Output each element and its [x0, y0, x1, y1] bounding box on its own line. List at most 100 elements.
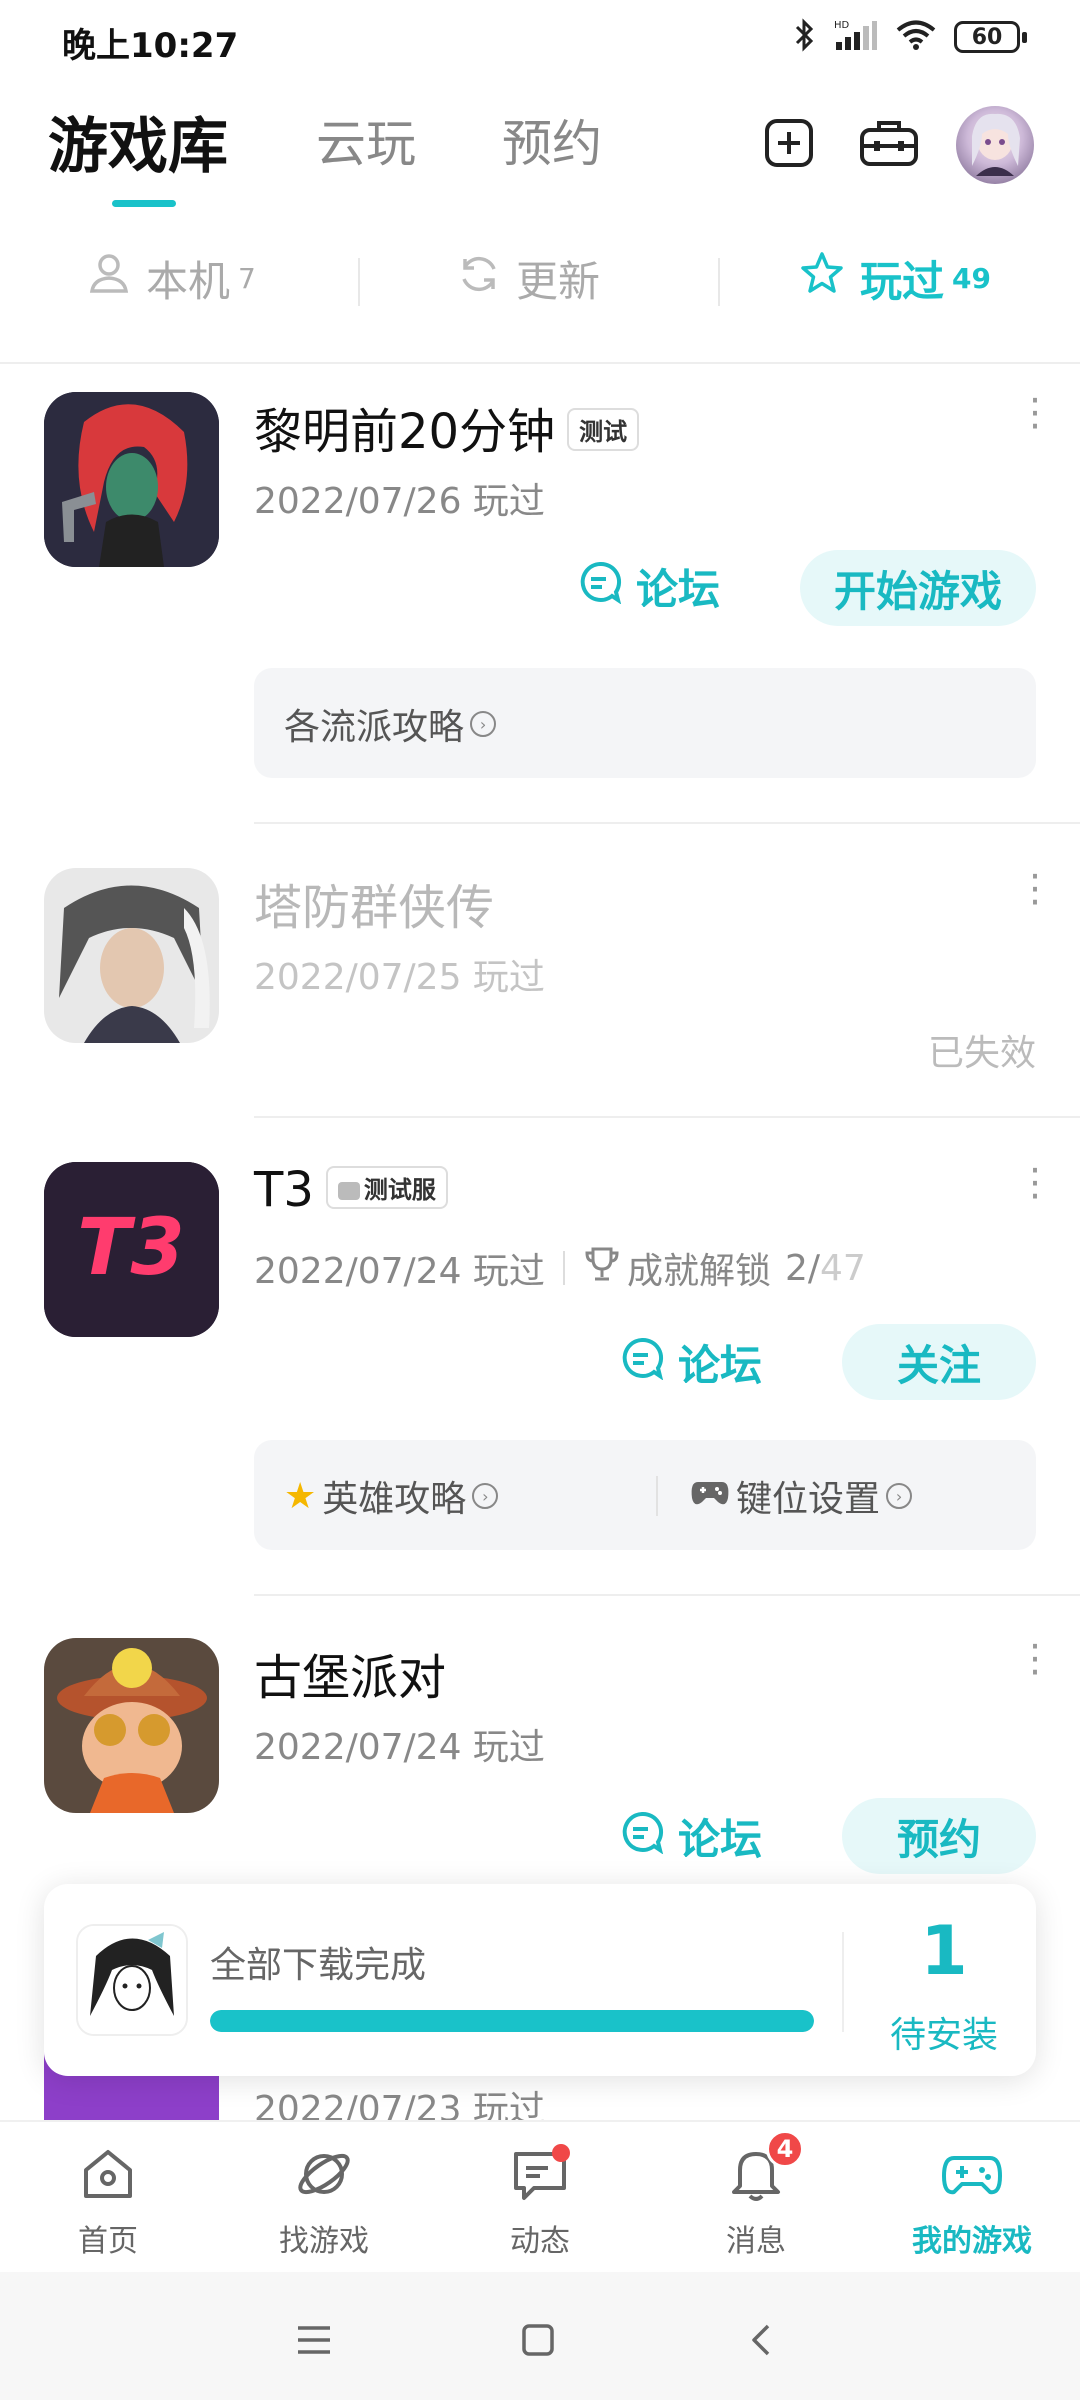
guide-link-keys[interactable]: 键位设置 ›	[690, 1470, 913, 1522]
filter-update-label: 更新	[516, 257, 601, 306]
nav-find-games[interactable]: 找游戏	[224, 2142, 424, 2260]
forum-label: 论坛	[678, 1815, 763, 1864]
download-progress-bar	[210, 2010, 814, 2032]
download-title: 全部下载完成	[210, 1945, 427, 1986]
more-options-icon[interactable]: ⋮	[1016, 393, 1054, 431]
header-divider	[0, 362, 1080, 364]
status-time: 晚上10:27	[62, 26, 239, 66]
guide-link-hero[interactable]: ★ 英雄攻略 ›	[284, 1470, 499, 1522]
bluetooth-icon	[794, 18, 816, 56]
avatar[interactable]	[956, 106, 1034, 184]
game-title: 黎明前20分钟 测试	[254, 392, 640, 462]
forum-button[interactable]: 论坛	[620, 1806, 762, 1867]
nav-find-games-label: 找游戏	[279, 2224, 369, 2259]
nav-feed-label: 动态	[510, 2224, 570, 2259]
tab-game-library[interactable]: 游戏库	[48, 98, 228, 185]
game-icon[interactable]	[44, 1638, 219, 1813]
game-icon[interactable]	[44, 392, 219, 567]
filter-bar: 本机 7 更新 玩过 49	[0, 240, 1080, 322]
nav-home-label: 首页	[78, 2224, 138, 2259]
chat-icon	[508, 2142, 572, 2206]
forum-icon	[620, 1810, 664, 1864]
follow-button[interactable]: 关注	[842, 1324, 1036, 1400]
system-nav-bar	[0, 2272, 1080, 2400]
planet-icon	[292, 2142, 356, 2206]
back-icon[interactable]	[732, 2310, 792, 2370]
game-title: T3 测试服	[254, 1162, 448, 1218]
achievement-total: 47	[820, 1247, 866, 1289]
forum-button[interactable]: 论坛	[620, 1332, 762, 1393]
trophy-icon	[583, 1245, 621, 1292]
star-emoji-icon: ★	[284, 1475, 317, 1517]
nav-my-games[interactable]: 我的游戏	[872, 2142, 1072, 2260]
filter-played[interactable]: 玩过 49	[798, 248, 991, 309]
refresh-icon	[456, 251, 502, 307]
filter-played-count: 49	[952, 262, 991, 295]
nav-home[interactable]: 首页	[8, 2142, 208, 2260]
nav-messages-label: 消息	[726, 2224, 786, 2259]
item-divider	[254, 1594, 1080, 1596]
svg-text:T3: T3	[77, 1203, 184, 1293]
test-server-tag: 测试服	[325, 1165, 448, 1209]
toolbox-icon[interactable]	[858, 114, 920, 172]
add-icon[interactable]	[760, 114, 818, 172]
download-divider	[842, 1932, 844, 2032]
message-count-badge: 4	[766, 2130, 804, 2168]
forum-icon	[578, 560, 622, 614]
filter-played-label: 玩过	[860, 257, 945, 306]
arrow-circle-icon: ›	[886, 1483, 913, 1509]
nav-messages[interactable]: 4 消息	[656, 2130, 856, 2260]
phone-user-icon	[86, 251, 132, 307]
arrow-circle-icon: ›	[470, 711, 497, 737]
test-tag: 测试	[567, 407, 640, 451]
filter-local-count: 7	[238, 262, 256, 295]
pending-install-count[interactable]: 1	[854, 1912, 1034, 1991]
arrow-circle-icon: ›	[472, 1483, 499, 1509]
item-divider	[254, 822, 1080, 824]
achievement-label: 成就解锁	[626, 1251, 771, 1292]
guide-box: ★ 英雄攻略 › 键位设置 ›	[254, 1440, 1036, 1550]
notification-dot	[552, 2144, 570, 2162]
download-status-card[interactable]: 全部下载完成 1 待安装	[44, 1884, 1036, 2076]
forum-button[interactable]: 论坛	[578, 556, 720, 617]
tab-reservation[interactable]: 预约	[502, 104, 602, 176]
star-icon	[798, 250, 846, 308]
start-game-button[interactable]: 开始游戏	[800, 550, 1036, 626]
reserve-button[interactable]: 预约	[842, 1798, 1036, 1874]
status-bar: 晚上10:27 HD 60	[0, 0, 1080, 78]
download-progress-fill	[210, 2010, 814, 2032]
more-options-icon[interactable]: ⋮	[1016, 1163, 1054, 1201]
filter-update[interactable]: 更新	[456, 248, 600, 309]
played-meta: 2022/07/24 玩过 成就解锁 2/ 47	[254, 1242, 866, 1294]
guide-box: 各流派攻略 ›	[254, 668, 1036, 778]
item-divider	[254, 1116, 1080, 1118]
top-header: 游戏库 云玩 预约	[0, 100, 1080, 210]
battery-indicator: 60	[954, 21, 1027, 53]
played-date: 2022/07/25 玩过	[254, 957, 545, 998]
game-icon[interactable]	[44, 868, 219, 1043]
played-date: 2022/07/26 玩过	[254, 481, 545, 522]
pending-install-label[interactable]: 待安装	[854, 2006, 1034, 2058]
more-options-icon[interactable]: ⋮	[1016, 869, 1054, 907]
gamepad-emoji-icon	[690, 1476, 730, 1517]
guide-link[interactable]: 各流派攻略 ›	[284, 698, 497, 750]
download-game-icon	[76, 1924, 188, 2036]
filter-local[interactable]: 本机 7	[86, 248, 256, 309]
gamepad-icon	[940, 2142, 1004, 2206]
status-icons: HD 60	[794, 18, 1027, 56]
game-title: 塔防群侠传	[254, 880, 495, 936]
forum-label: 论坛	[636, 565, 721, 614]
game-icon[interactable]: T3	[44, 1162, 219, 1337]
played-date: 2022/07/24 玩过	[254, 1251, 545, 1292]
tab-cloud-play[interactable]: 云玩	[316, 104, 416, 176]
played-date: 2022/07/24 玩过	[254, 1727, 545, 1768]
svg-text:HD: HD	[834, 20, 850, 31]
nav-feed[interactable]: 动态	[440, 2142, 640, 2260]
achievement-done: 2/	[784, 1247, 820, 1289]
home-square-icon[interactable]	[508, 2310, 568, 2370]
menu-icon[interactable]	[284, 2310, 344, 2370]
tab-active-indicator	[112, 200, 176, 207]
forum-icon	[620, 1336, 664, 1390]
game-title: 古堡派对	[254, 1650, 447, 1706]
more-options-icon[interactable]: ⋮	[1016, 1639, 1054, 1677]
